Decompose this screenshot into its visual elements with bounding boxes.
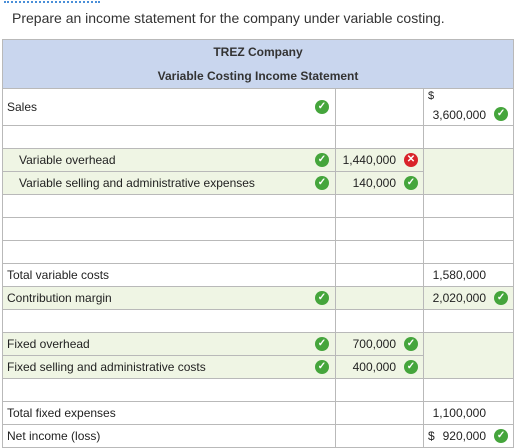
var-selling-label: Variable selling and administrative expe… [19,176,255,190]
total-var-label-cell[interactable]: Total variable costs [2,263,336,287]
check-icon: ✓ [315,291,329,305]
blank-input[interactable] [422,240,515,264]
fixed-selling-value-cell[interactable]: 400,000 ✓ [335,355,424,379]
blank-input[interactable] [335,125,424,149]
sales-label: Sales [7,100,38,114]
total-var-value-cell[interactable]: 1,580,000 [422,263,515,287]
blank-input[interactable] [2,194,336,218]
var-overhead-value-cell[interactable]: 1,440,000 ✕ [335,148,424,172]
contribution-label: Contribution margin [7,291,112,305]
blank-input[interactable] [335,194,424,218]
blank-right-cell[interactable] [422,332,515,379]
fixed-selling-label: Fixed selling and administrative costs [7,360,206,374]
fixed-overhead-label: Fixed overhead [7,337,90,351]
check-icon: ✓ [315,337,329,351]
blank-input[interactable] [2,217,336,241]
var-overhead-label: Variable overhead [19,153,116,167]
sales-mid-cell[interactable] [335,88,424,126]
check-icon: ✓ [404,176,418,190]
contribution-label-cell[interactable]: Contribution margin ✓ [2,286,336,310]
check-icon: ✓ [404,360,418,374]
blank-input[interactable] [2,125,336,149]
fixed-overhead-label-cell[interactable]: Fixed overhead ✓ [2,332,336,356]
blank-input[interactable] [422,217,515,241]
check-icon: ✓ [315,360,329,374]
fixed-selling-label-cell[interactable]: Fixed selling and administrative costs ✓ [2,355,336,379]
var-overhead-label-cell[interactable]: Variable overhead ✓ [2,148,336,172]
x-icon: ✕ [404,153,418,167]
blank-input[interactable] [2,309,336,333]
sales-value: 3,600,000 [432,108,487,122]
total-fixed-value: 1,100,000 [432,406,487,420]
total-fixed-label: Total fixed expenses [7,406,116,420]
check-icon: ✓ [404,337,418,351]
blank-input[interactable] [422,378,515,402]
blank-input[interactable] [335,378,424,402]
total-var-label: Total variable costs [7,268,110,282]
dollar-sign: $ [428,429,435,443]
net-income-mid-cell[interactable] [335,424,424,448]
company-name: TREZ Company [1,39,515,64]
net-income-label: Net income (loss) [7,429,101,443]
blank-input[interactable] [335,217,424,241]
question-prompt: Prepare an income statement for the comp… [12,10,445,26]
statement-title: Variable Costing Income Statement [1,64,515,89]
check-icon: ✓ [315,176,329,190]
total-fixed-value-cell[interactable]: 1,100,000 [422,401,515,425]
blank-input[interactable] [335,240,424,264]
net-income-label-cell[interactable]: Net income (loss) [2,424,336,448]
check-icon: ✓ [494,429,509,443]
total-var-value: 1,580,000 [432,268,487,282]
blank-input[interactable] [422,125,515,149]
var-selling-label-cell[interactable]: Variable selling and administrative expe… [2,171,336,195]
dollar-sign: $ [428,90,435,102]
blank-input[interactable] [422,194,515,218]
sales-label-cell[interactable]: Sales ✓ [2,88,336,126]
blank-input[interactable] [422,309,515,333]
blank-input[interactable] [335,309,424,333]
blank-input[interactable] [2,378,336,402]
contribution-mid-cell[interactable] [335,286,424,310]
fixed-overhead-value-cell[interactable]: 700,000 ✓ [335,332,424,356]
blank-input[interactable] [2,240,336,264]
total-fixed-label-cell[interactable]: Total fixed expenses [2,401,336,425]
income-statement-table: TREZ Company Variable Costing Income Sta… [1,39,515,448]
contribution-value-cell[interactable]: 2,020,000 ✓ [422,286,515,310]
var-selling-value-cell[interactable]: 140,000 ✓ [335,171,424,195]
check-icon: ✓ [315,153,329,167]
check-icon: ✓ [315,100,329,114]
check-icon: ✓ [494,107,509,121]
check-icon: ✓ [494,291,509,305]
total-fixed-mid-cell[interactable] [335,401,424,425]
sales-value-cell[interactable]: $3,600,000 ✓ [422,88,515,126]
blank-right-cell[interactable] [422,148,515,195]
dotted-divider [4,1,100,3]
total-var-mid-cell[interactable] [335,263,424,287]
net-income-value-cell[interactable]: $920,000 ✓ [422,424,515,448]
